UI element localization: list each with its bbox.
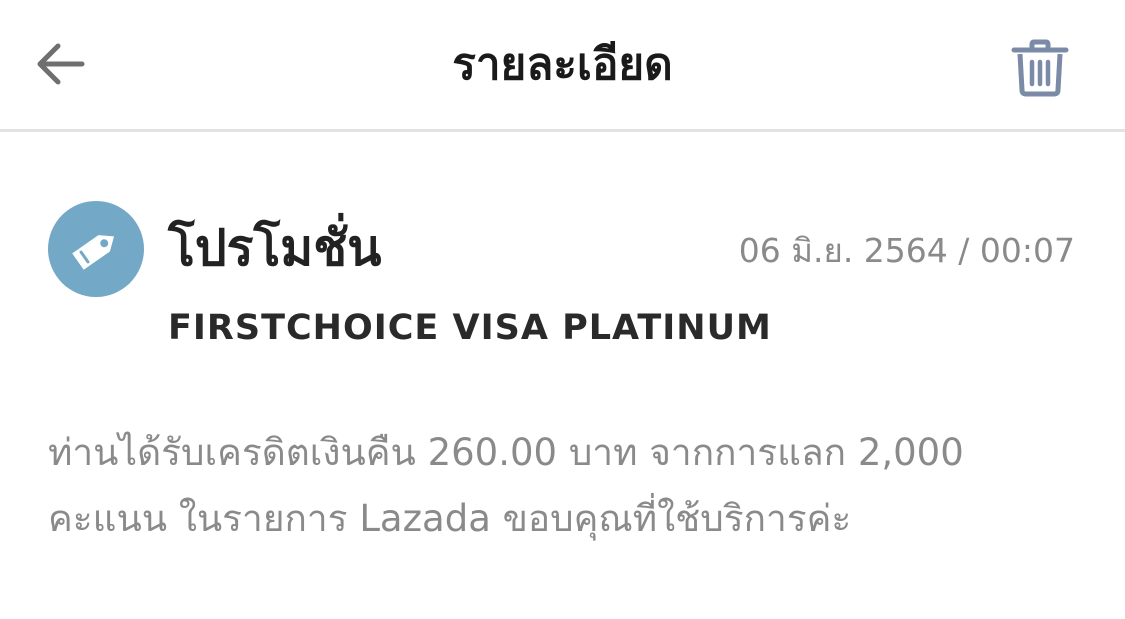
card-name: FIRSTCHOICE VISA PLATINUM [168, 308, 772, 348]
message-category: โปรโมชั่น [168, 219, 382, 277]
delete-button[interactable] [1000, 28, 1080, 108]
page-title: รายละเอียด [452, 39, 673, 90]
price-tag-icon [72, 235, 115, 270]
promotion-category-icon [48, 201, 144, 297]
trash-icon [1011, 39, 1069, 97]
message-body: ท่านได้รับเครดิตเงินคืน 260.00 บาท จากกา… [48, 431, 964, 540]
top-app-bar: รายละเอียด [0, 0, 1125, 132]
message-datetime: 06 มิ.ย. 2564 / 00:07 [738, 231, 1075, 270]
